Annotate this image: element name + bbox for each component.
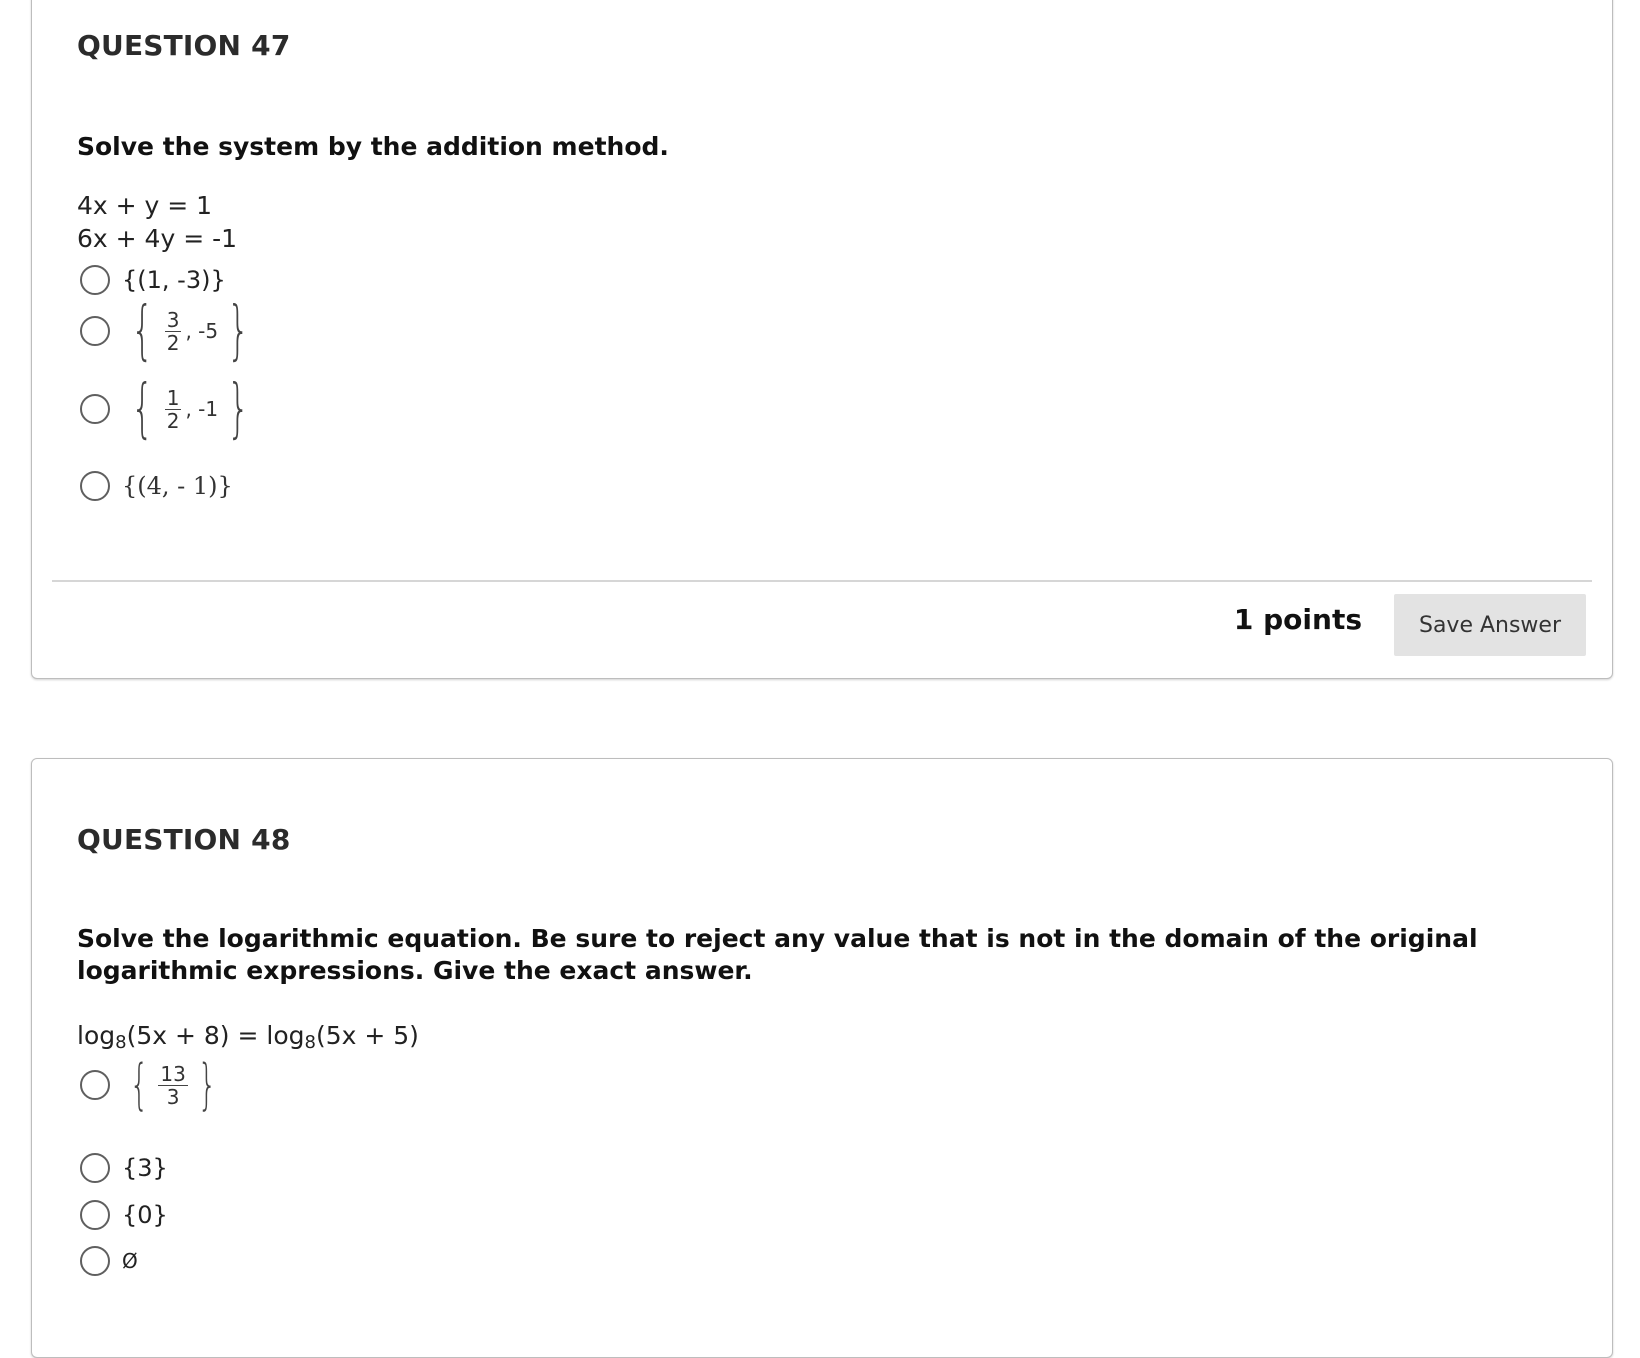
option-label: {3}	[122, 1154, 168, 1182]
option-math: { 13 3 }	[122, 1053, 224, 1116]
question-48-card: QUESTION 48 Solve the logarithmic equati…	[31, 758, 1613, 1358]
denominator: 3	[166, 1084, 180, 1109]
option-tail: , -5	[185, 319, 219, 343]
radio-button[interactable]	[80, 316, 110, 346]
option-label: {(4, - 1)}	[122, 472, 233, 500]
radio-button[interactable]	[80, 265, 110, 295]
q48-option-c[interactable]: {0}	[80, 1200, 168, 1230]
radio-button[interactable]	[80, 1200, 110, 1230]
option-math: { 1 2 , -1 }	[122, 372, 259, 446]
fraction: 13 3	[158, 1061, 188, 1109]
option-math: { 3 2 , -5 }	[122, 294, 259, 368]
numerator: 13	[158, 1061, 188, 1086]
q47-option-d[interactable]: {(4, - 1)}	[80, 471, 233, 501]
numerator: 3	[164, 307, 182, 332]
right-brace: }	[227, 372, 250, 446]
denominator: 2	[166, 330, 180, 355]
right-brace: }	[227, 294, 250, 368]
denominator: 2	[166, 408, 180, 433]
left-brace: {	[131, 372, 154, 446]
divider	[52, 580, 1592, 582]
right-brace: }	[197, 1053, 217, 1116]
question-47-card: QUESTION 47 Solve the system by the addi…	[31, 0, 1613, 679]
question-47-prompt: Solve the system by the addition method.	[77, 132, 669, 161]
question-48-title: QUESTION 48	[77, 823, 291, 856]
left-brace: {	[129, 1053, 149, 1116]
left-brace: {	[131, 294, 154, 368]
option-label: {(1, -3)}	[122, 266, 226, 294]
radio-button[interactable]	[80, 1070, 110, 1100]
equation-2: 6x + 4y = -1	[77, 224, 238, 253]
log-left-base: 8	[115, 1032, 127, 1053]
option-label: {0}	[122, 1201, 168, 1229]
fraction: 1 2	[164, 385, 182, 433]
option-tail: , -1	[185, 397, 219, 421]
save-answer-button[interactable]: Save Answer	[1394, 594, 1586, 656]
q47-option-a[interactable]: {(1, -3)}	[80, 265, 226, 295]
q48-option-b[interactable]: {3}	[80, 1153, 168, 1183]
log-left: log	[77, 1021, 116, 1050]
log-right: log	[266, 1021, 305, 1050]
q47-option-c[interactable]: { 1 2 , -1 }	[80, 372, 259, 446]
q48-option-a[interactable]: { 13 3 }	[80, 1053, 224, 1116]
question-47-title: QUESTION 47	[77, 29, 291, 62]
radio-button[interactable]	[80, 1246, 110, 1276]
radio-button[interactable]	[80, 471, 110, 501]
empty-set-label: Ø	[122, 1249, 138, 1273]
question-48-equation: log8(5x + 8) = log8(5x + 5)	[77, 1019, 419, 1059]
question-47-equations: 4x + y = 1 6x + 4y = -1	[77, 189, 237, 255]
log-right-arg: (5x + 5)	[315, 1021, 419, 1050]
numerator: 1	[164, 385, 182, 410]
radio-button[interactable]	[80, 1153, 110, 1183]
question-48-prompt: Solve the logarithmic equation. Be sure …	[77, 924, 1478, 985]
equation-1: 4x + y = 1	[77, 191, 213, 220]
log-right-base: 8	[304, 1032, 316, 1053]
q47-option-b[interactable]: { 3 2 , -5 }	[80, 294, 259, 368]
points-label: 1 points	[1233, 603, 1362, 636]
log-left-arg: (5x + 8) =	[126, 1021, 267, 1050]
q48-option-d[interactable]: Ø	[80, 1246, 138, 1276]
radio-button[interactable]	[80, 394, 110, 424]
fraction: 3 2	[164, 307, 182, 355]
